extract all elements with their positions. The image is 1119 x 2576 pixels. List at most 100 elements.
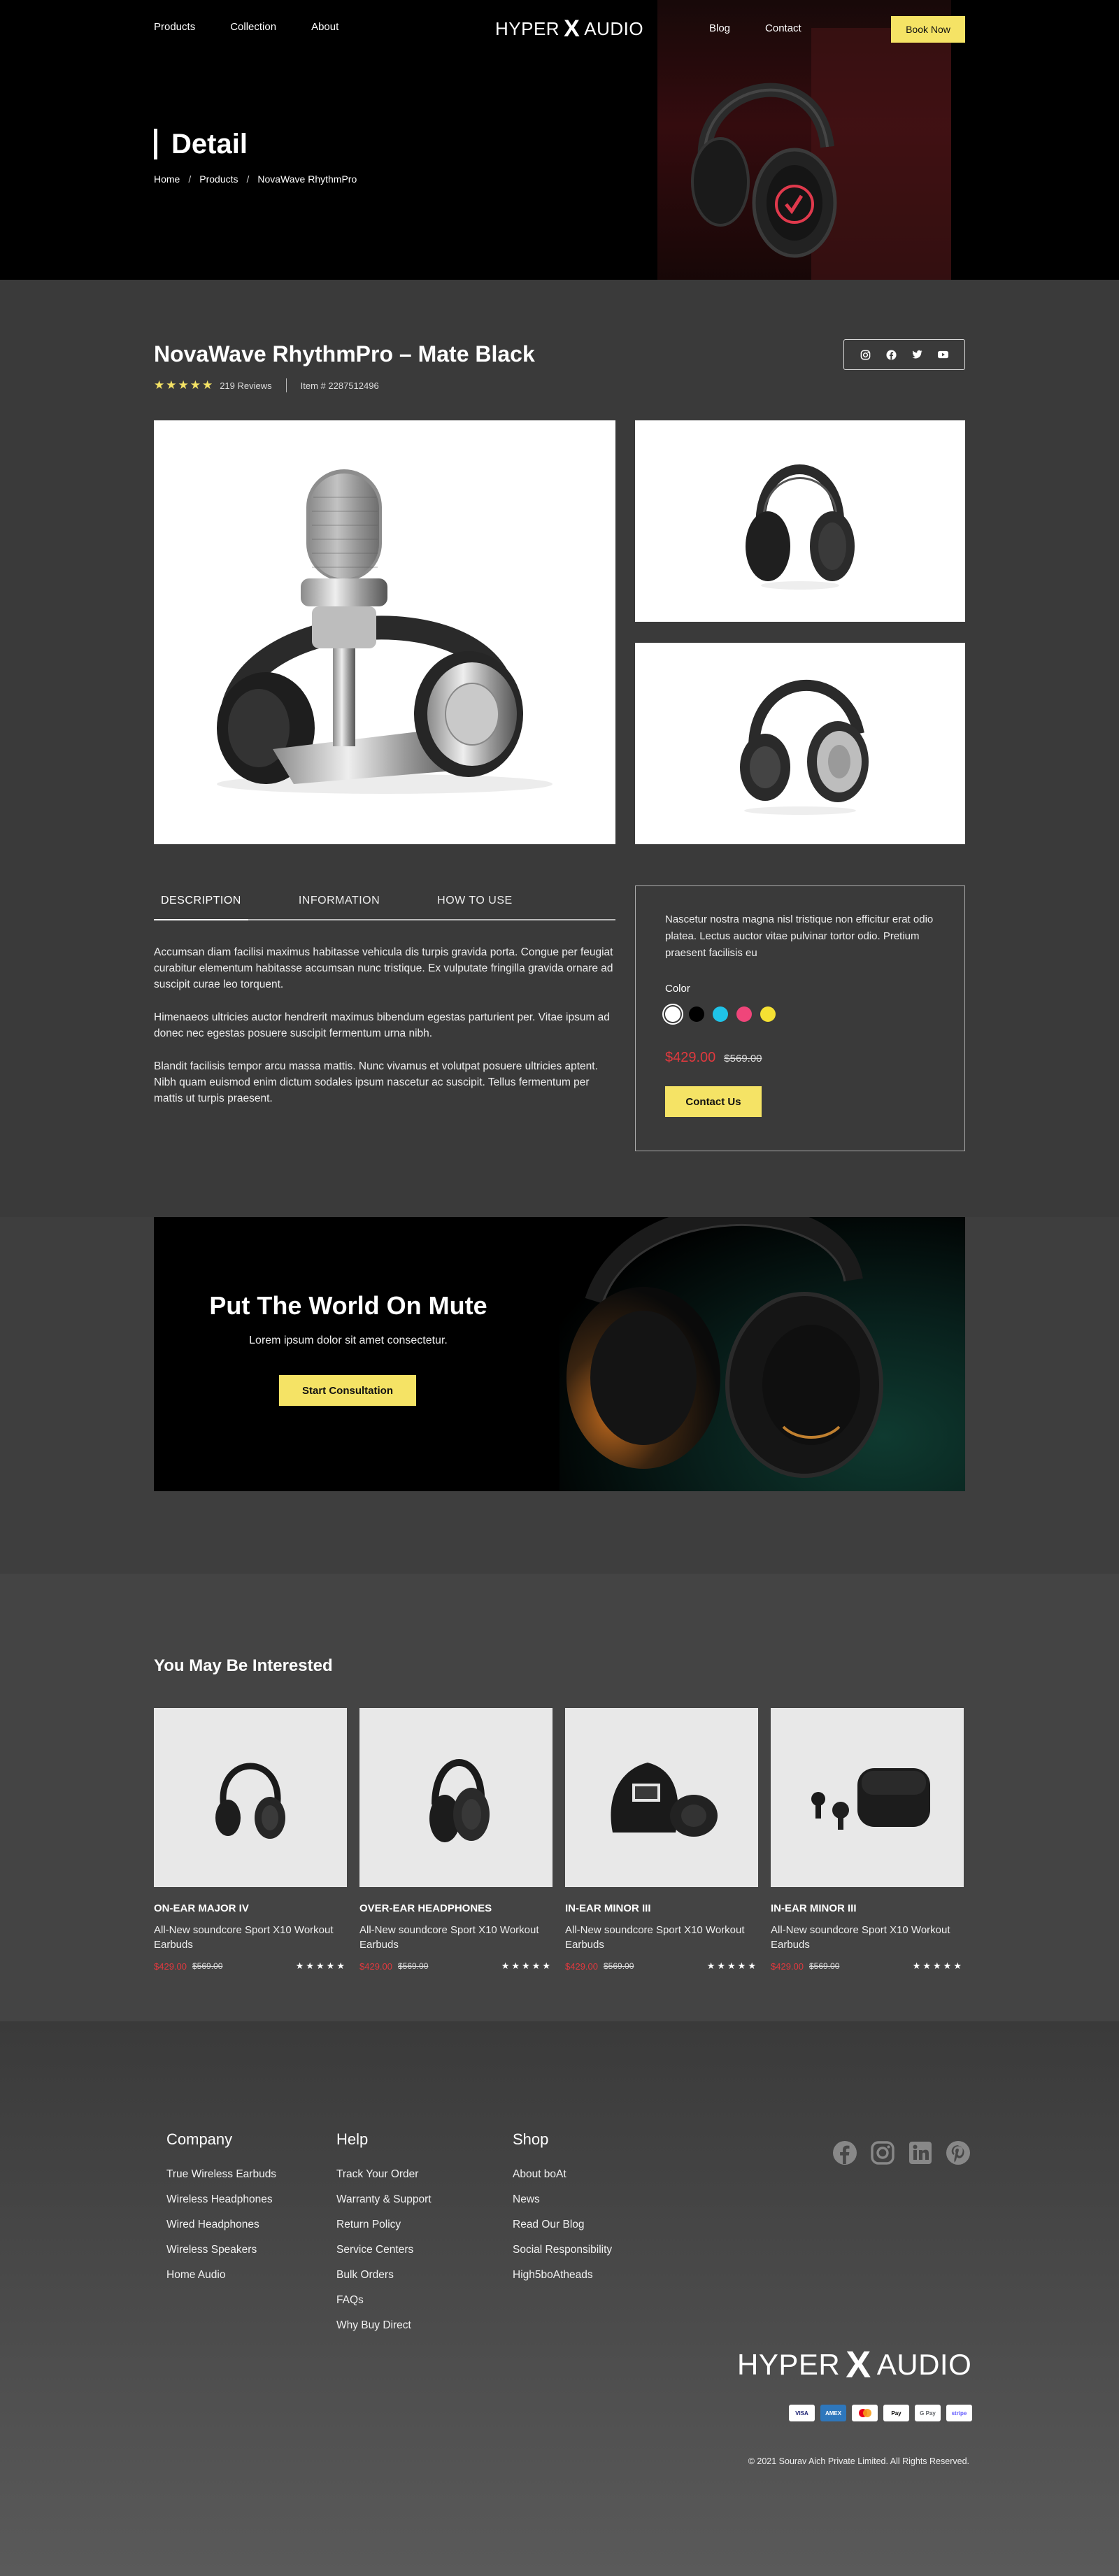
breadcrumb-separator: / — [188, 173, 192, 185]
payment-methods: VISA AMEX Pay G Pay stripe — [789, 2405, 972, 2421]
twitter-icon[interactable] — [912, 350, 922, 360]
nav-left-links: Products Collection About — [154, 21, 338, 33]
related-title: You May Be Interested — [154, 1656, 333, 1675]
tab-description[interactable]: DESCRIPTION — [154, 881, 248, 920]
footer-link[interactable]: News — [513, 2193, 612, 2206]
product-card-name[interactable]: IN-EAR MINOR III — [771, 1902, 964, 1914]
product-card-image[interactable] — [771, 1708, 964, 1887]
footer-link[interactable]: Track Your Order — [336, 2168, 432, 2181]
product-title: NovaWave RhythmPro – Mate Black — [154, 341, 535, 367]
banner-subtitle: Lorem ipsum dolor sit amet consectetur. — [249, 1335, 448, 1346]
product-card-rating: ★★★★★ — [912, 1961, 964, 1971]
contact-us-button[interactable]: Contact Us — [665, 1086, 762, 1117]
page-title: Detail — [154, 129, 248, 159]
product-card-image[interactable] — [154, 1708, 347, 1887]
footer-link[interactable]: Home Audio — [166, 2269, 276, 2282]
share-box — [843, 339, 965, 370]
product-card-name[interactable]: IN-EAR MINOR III — [565, 1902, 758, 1914]
nav-link-collection[interactable]: Collection — [230, 21, 276, 33]
nav-link-contact[interactable]: Contact — [765, 22, 801, 34]
product-card[interactable]: ON-EAR MAJOR IV All-New soundcore Sport … — [154, 1708, 347, 1972]
purchase-summary: Nascetur nostra magna nisl tristique non… — [665, 913, 934, 959]
nav-link-blog[interactable]: Blog — [709, 22, 730, 34]
tab-information[interactable]: INFORMATION — [292, 881, 387, 920]
footer-link[interactable]: Wireless Speakers — [166, 2244, 276, 2256]
footer-link[interactable]: Wired Headphones — [166, 2219, 276, 2231]
footer-link[interactable]: FAQs — [336, 2294, 432, 2307]
logo-word-audio: AUDIO — [584, 18, 644, 39]
description-paragraph: Himenaeos ultricies auctor hendrerit max… — [154, 1011, 610, 1039]
old-price: $569.00 — [724, 1053, 762, 1065]
description-paragraph: Accumsan diam facilisi maximus habitasse… — [154, 946, 613, 990]
linkedin-icon[interactable] — [908, 2140, 933, 2165]
pinterest-icon[interactable] — [946, 2140, 971, 2165]
purchase-panel: Nascetur nostra magna nisl tristique non… — [635, 885, 965, 1151]
product-card[interactable]: OVER-EAR HEADPHONES All-New soundcore Sp… — [359, 1708, 553, 1972]
product-main-image[interactable] — [154, 420, 615, 844]
apple-pay-icon: Pay — [883, 2405, 909, 2421]
promo-banner: Put The World On Mute Lorem ipsum dolor … — [154, 1217, 965, 1491]
product-thumb-1[interactable] — [635, 420, 965, 622]
visa-icon: VISA — [789, 2405, 815, 2421]
site-logo[interactable]: HYPER X AUDIO — [495, 15, 643, 43]
footer-link[interactable]: Service Centers — [336, 2244, 432, 2256]
color-swatch-pink[interactable] — [736, 1006, 752, 1022]
review-count[interactable]: 219 Reviews — [220, 380, 271, 391]
product-card-old-price: $569.00 — [604, 1961, 634, 1971]
product-card-rating: ★★★★★ — [295, 1961, 347, 1971]
logo-x: X — [564, 15, 580, 42]
footer-link[interactable]: Wireless Headphones — [166, 2193, 276, 2206]
headphones-front-illustration — [746, 464, 855, 590]
product-card-old-price: $569.00 — [398, 1961, 429, 1971]
product-thumb-2[interactable] — [635, 643, 965, 844]
product-detail-section: NovaWave RhythmPro – Mate Black ★★★★★ 21… — [0, 280, 1119, 1217]
earbuds-case-illustration — [811, 1768, 930, 1830]
color-swatch-white[interactable] — [665, 1006, 680, 1022]
logo-word-audio: AUDIO — [876, 2348, 972, 2381]
product-card[interactable]: IN-EAR MINOR III All-New soundcore Sport… — [565, 1708, 758, 1972]
footer-logo[interactable]: HYPER X AUDIO — [737, 2343, 971, 2386]
breadcrumb-home[interactable]: Home — [154, 173, 180, 185]
footer-link[interactable]: High5boAtheads — [513, 2269, 612, 2282]
product-card-image[interactable] — [565, 1708, 758, 1887]
footer-link[interactable]: True Wireless Earbuds — [166, 2168, 276, 2181]
nav-link-products[interactable]: Products — [154, 21, 195, 33]
product-card-name[interactable]: ON-EAR MAJOR IV — [154, 1902, 347, 1914]
book-now-button[interactable]: Book Now — [891, 16, 965, 43]
product-card-old-price: $569.00 — [192, 1961, 223, 1971]
color-label: Color — [665, 983, 690, 995]
facebook-icon[interactable] — [832, 2140, 857, 2165]
facebook-icon[interactable] — [886, 349, 897, 360]
start-consultation-button[interactable]: Start Consultation — [279, 1375, 416, 1406]
top-nav: Products Collection About HYPER X AUDIO … — [0, 0, 1119, 59]
footer-link[interactable]: Social Responsibility — [513, 2244, 612, 2256]
footer-link[interactable]: Warranty & Support — [336, 2193, 432, 2206]
product-card-price: $429.00 — [154, 1961, 187, 1972]
breadcrumb-products[interactable]: Products — [199, 173, 238, 185]
footer-link[interactable]: About boAt — [513, 2168, 612, 2181]
color-swatch-yellow[interactable] — [760, 1006, 776, 1022]
instagram-icon[interactable] — [870, 2140, 895, 2165]
footer-link[interactable]: Read Our Blog — [513, 2219, 612, 2231]
banner-title: Put The World On Mute — [209, 1291, 487, 1320]
microphone-headphones-illustration — [217, 469, 553, 794]
product-card-name[interactable]: OVER-EAR HEADPHONES — [359, 1902, 553, 1914]
product-card-footer: $429.00 $569.00 ★★★★★ — [154, 1961, 347, 1972]
product-card-footer: $429.00 $569.00 ★★★★★ — [359, 1961, 553, 1972]
product-card-image[interactable] — [359, 1708, 553, 1887]
product-card-price: $429.00 — [359, 1961, 392, 1972]
breadcrumb: Home / Products / NovaWave RhythmPro — [154, 173, 357, 185]
youtube-icon[interactable] — [938, 350, 948, 360]
footer-link[interactable]: Bulk Orders — [336, 2269, 432, 2282]
color-swatch-black[interactable] — [689, 1006, 704, 1022]
product-card[interactable]: IN-EAR MINOR III All-New soundcore Sport… — [771, 1708, 964, 1972]
rating-row: ★★★★★ 219 Reviews Item # 2287512496 — [154, 378, 379, 392]
footer-link[interactable]: Why Buy Direct — [336, 2319, 432, 2332]
tab-how-to-use[interactable]: HOW TO USE — [430, 881, 520, 920]
nav-link-about[interactable]: About — [311, 21, 338, 33]
footer-link[interactable]: Return Policy — [336, 2219, 432, 2231]
instagram-icon[interactable] — [860, 350, 871, 360]
copyright-text: © 2021 Sourav Aich Private Limited. All … — [748, 2456, 969, 2466]
color-swatch-cyan[interactable] — [713, 1006, 728, 1022]
logo-x: X — [846, 2344, 871, 2386]
